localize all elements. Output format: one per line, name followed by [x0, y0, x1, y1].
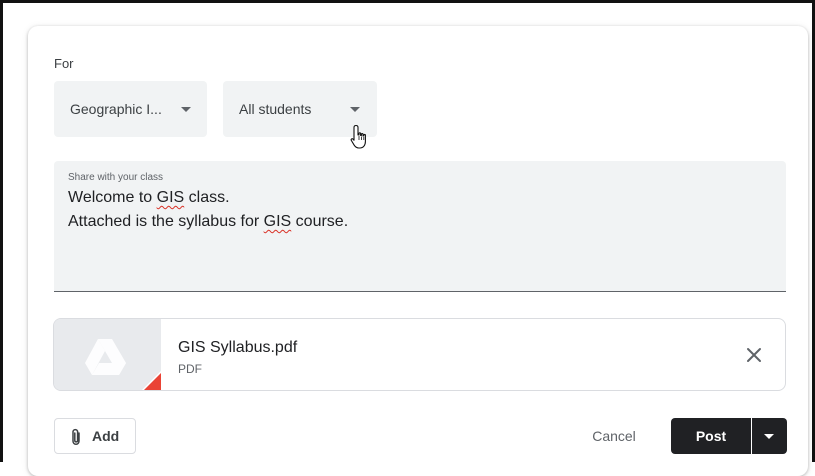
attachment-filename: GIS Syllabus.pdf [178, 339, 298, 356]
textarea-floating-label: Share with your class [68, 172, 164, 183]
attachment-card[interactable]: GIS Syllabus.pdf PDF [53, 318, 786, 391]
announcement-textarea[interactable]: Share with your class Welcome to GIS cla… [54, 161, 786, 292]
dropdown-arrow-icon [350, 107, 360, 112]
close-icon[interactable] [742, 343, 766, 367]
post-button[interactable]: Post [671, 418, 751, 454]
cancel-button[interactable]: Cancel [577, 418, 651, 454]
attachment-thumbnail [54, 319, 161, 390]
students-select-value: All students [239, 101, 312, 117]
class-select-value: Geographic I... [70, 101, 162, 117]
for-label: For [54, 56, 74, 71]
post-options-dropdown-button[interactable] [752, 418, 787, 454]
google-drive-icon [54, 319, 161, 390]
paperclip-icon [72, 428, 80, 446]
hand-pointer-cursor-icon [350, 124, 366, 149]
textarea-line-2: Attached is the syllabus for GIS course. [68, 213, 349, 230]
dropdown-arrow-icon [764, 434, 774, 439]
class-select[interactable]: Geographic I... [54, 81, 207, 137]
add-attachment-button[interactable]: Add [54, 418, 136, 454]
attachment-filetype: PDF [178, 362, 202, 376]
textarea-line-1: Welcome to GIS class. [68, 189, 230, 206]
dropdown-arrow-icon [181, 107, 191, 112]
add-button-label: Add [92, 428, 120, 444]
misspelled-word: GIS [263, 213, 292, 230]
misspelled-word: GIS [156, 189, 185, 206]
